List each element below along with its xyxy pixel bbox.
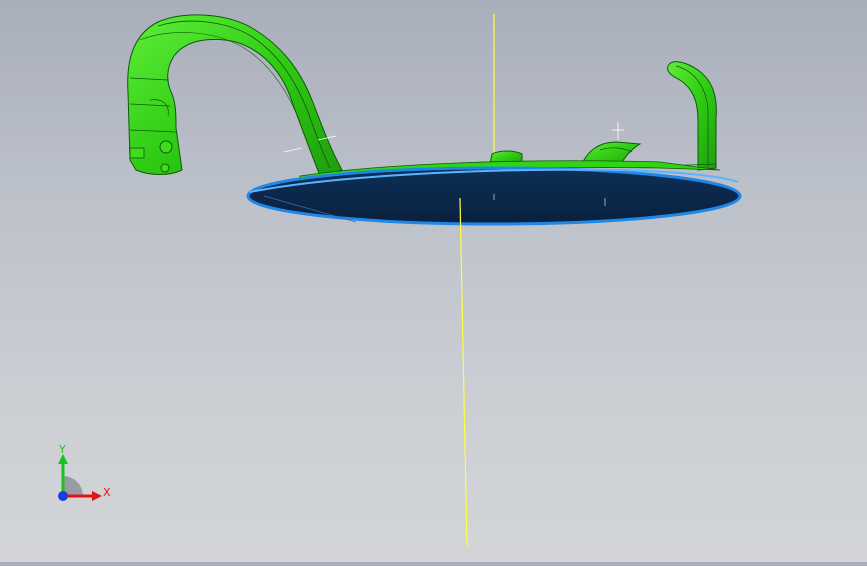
triad-y-label: Y (59, 443, 66, 456)
upright-tab[interactable] (659, 61, 717, 171)
hook-arm[interactable] (127, 14, 343, 177)
triad-x-label: X (103, 486, 111, 499)
view-triad[interactable]: Y X (52, 440, 122, 510)
sketch-tick (283, 147, 303, 153)
right-clip[interactable] (581, 122, 642, 167)
vertical-axis-line-lower (459, 197, 468, 547)
model-viewport[interactable]: Y X (0, 0, 867, 562)
cad-canvas (127, 14, 742, 547)
